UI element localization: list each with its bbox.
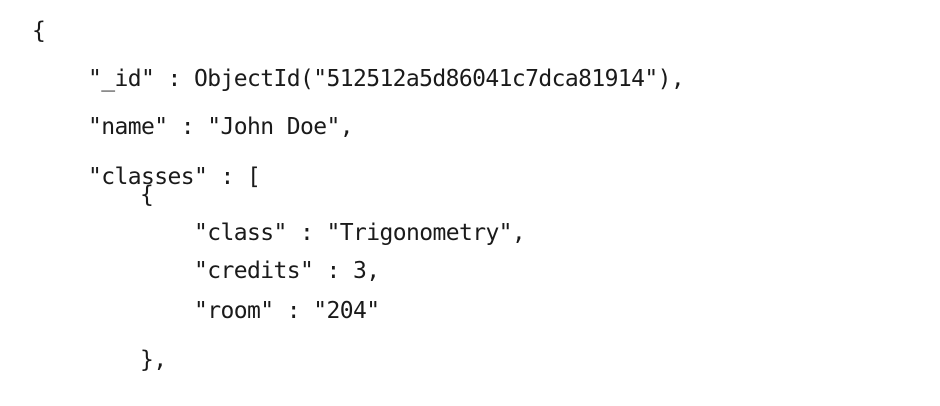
code-line-class-close-brace: }, <box>140 347 167 373</box>
code-line-open-brace: { <box>32 18 46 44</box>
code-line-classes: "classes" : [ <box>88 164 261 190</box>
code-line-credits: "credits" : 3, <box>194 258 380 284</box>
code-line-room: "room" : "204" <box>194 298 380 324</box>
code-line-name: "name" : "John Doe", <box>88 114 354 140</box>
json-code-block: { "_id" : ObjectId("512512a5d86041c7dca8… <box>0 0 940 406</box>
code-line-class: "class" : "Trigonometry", <box>194 220 526 246</box>
code-line-id: "_id" : ObjectId("512512a5d86041c7dca819… <box>88 66 685 92</box>
code-line-class-open-brace: { <box>140 182 154 208</box>
